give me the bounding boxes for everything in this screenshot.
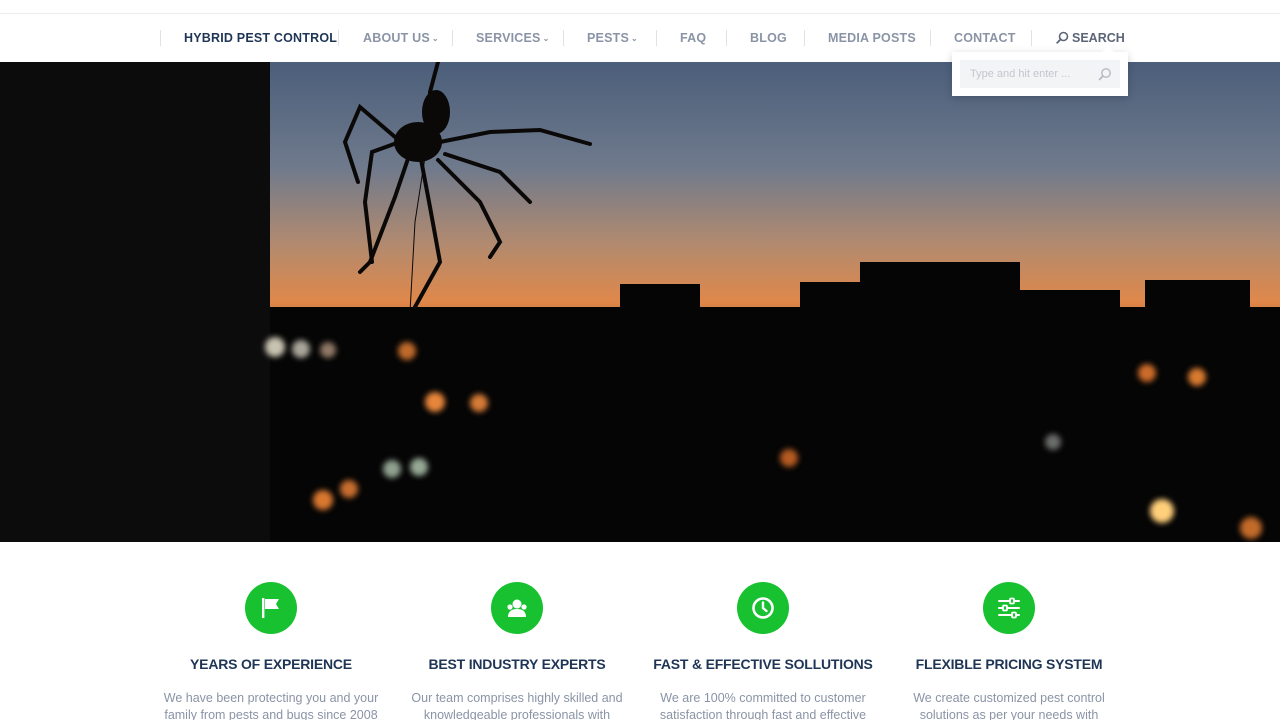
nav-item-label: SERVICES bbox=[476, 31, 541, 45]
nav-item-media-posts[interactable]: MEDIA POSTS bbox=[828, 14, 916, 62]
nav-item-faq[interactable]: FAQ bbox=[680, 14, 706, 62]
feature-description: Our team comprises highly skilled and kn… bbox=[411, 691, 623, 720]
nav-item-label: ABOUT US bbox=[363, 31, 430, 45]
nav-item-label: HYBRID PEST CONTROL bbox=[184, 31, 338, 45]
flag-icon bbox=[262, 598, 279, 618]
nav-item-services[interactable]: SERVICES ⌄ bbox=[476, 14, 550, 62]
feature-title: FAST & EFFECTIVE SOLLUTIONS bbox=[653, 656, 873, 672]
feature-title: YEARS OF EXPERIENCE bbox=[190, 656, 352, 672]
nav-item-label: MEDIA POSTS bbox=[828, 31, 916, 45]
top-bar bbox=[0, 0, 1280, 14]
nav-separator bbox=[930, 30, 931, 46]
chevron-down-icon: ⌄ bbox=[542, 34, 550, 43]
nav-item-pests[interactable]: PESTS ⌄ bbox=[587, 14, 638, 62]
search-submit-icon[interactable] bbox=[1098, 67, 1112, 81]
feature-description: We create customized pest control soluti… bbox=[913, 691, 1105, 720]
search-icon bbox=[1056, 31, 1069, 44]
nav-separator bbox=[656, 30, 657, 46]
feature-icon-circle bbox=[737, 582, 789, 634]
nav-item-blog[interactable]: BLOG bbox=[750, 14, 787, 62]
nav-separator bbox=[160, 30, 161, 46]
sliders-icon bbox=[998, 597, 1020, 619]
search-label: SEARCH bbox=[1072, 31, 1125, 45]
feature-title: FLEXIBLE PRICING SYSTEM bbox=[915, 656, 1103, 672]
nav-item-about-us[interactable]: ABOUT US ⌄ bbox=[363, 14, 439, 62]
feature-icon-circle bbox=[491, 582, 543, 634]
feature-description: We are 100% committed to customer satisf… bbox=[659, 691, 867, 720]
spider-silhouette bbox=[342, 62, 592, 313]
nav-separator bbox=[452, 30, 453, 46]
nav-separator bbox=[726, 30, 727, 46]
nav-item-hybrid-pest-control[interactable]: HYBRID PEST CONTROL bbox=[184, 14, 337, 62]
nav-separator bbox=[1031, 30, 1032, 46]
user-group-icon bbox=[507, 599, 527, 617]
chevron-down-icon: ⌄ bbox=[431, 34, 439, 43]
nav-item-label: FAQ bbox=[680, 31, 707, 45]
feature-description: We have been protecting you and your fam… bbox=[163, 691, 379, 720]
nav-item-label: CONTACT bbox=[954, 31, 1016, 45]
feature-icon-circle bbox=[983, 582, 1035, 634]
chevron-down-icon: ⌄ bbox=[631, 34, 638, 43]
features-section: YEARS OF EXPERIENCE We have been protect… bbox=[0, 542, 1280, 720]
hero-banner bbox=[0, 62, 1280, 542]
nav-separator bbox=[563, 30, 564, 46]
feature-icon-circle bbox=[245, 582, 297, 634]
nav-separator bbox=[804, 30, 805, 46]
feature-title: BEST INDUSTRY EXPERTS bbox=[428, 656, 606, 672]
search-input[interactable] bbox=[960, 60, 1120, 88]
search-popup bbox=[952, 46, 1128, 96]
nav-separator bbox=[338, 30, 339, 46]
nav-item-label: PESTS bbox=[587, 31, 629, 45]
clock-icon bbox=[752, 597, 774, 619]
nav-item-label: BLOG bbox=[750, 31, 787, 45]
